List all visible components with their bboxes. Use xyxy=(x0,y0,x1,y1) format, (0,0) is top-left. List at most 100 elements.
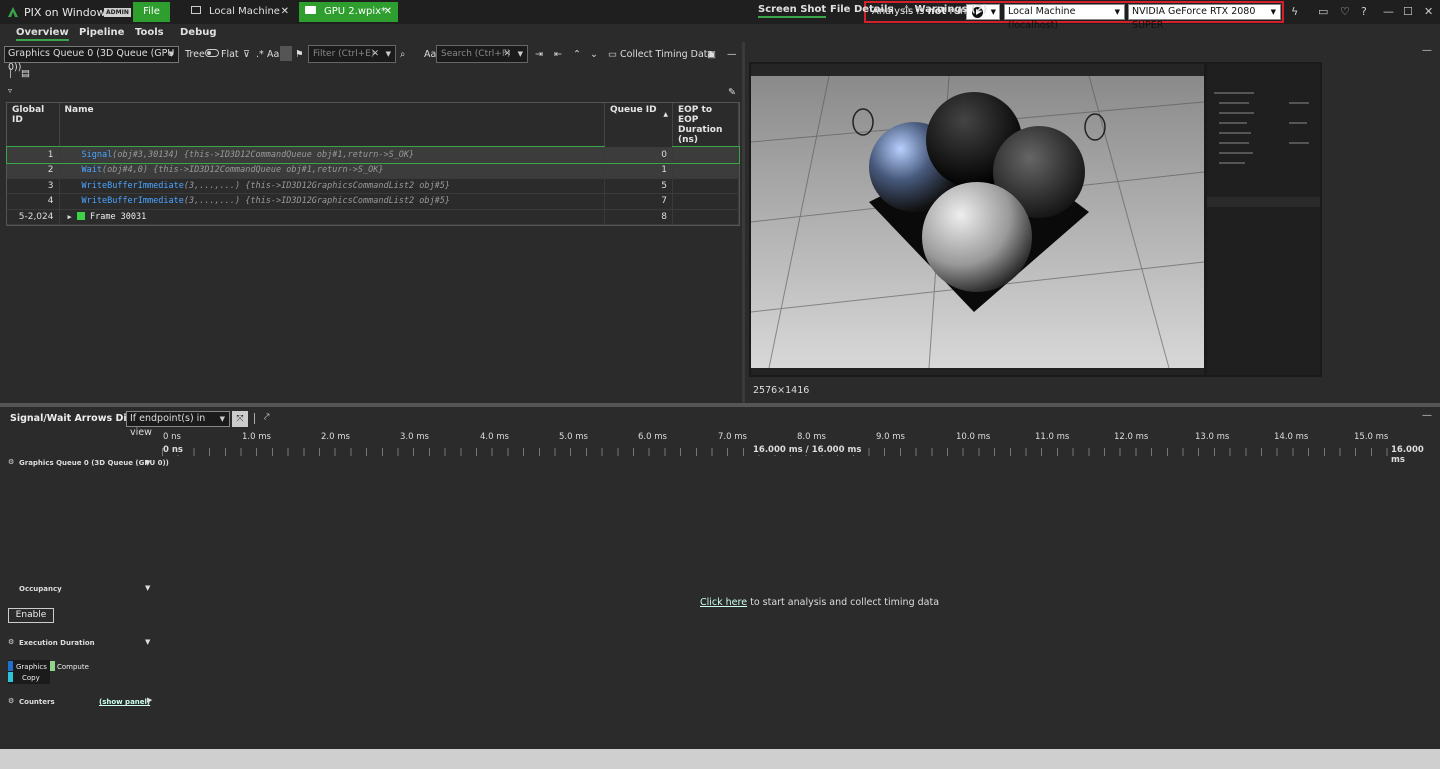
tick-label: 14.0 ms xyxy=(1274,432,1309,442)
col-global-id[interactable]: Global ID xyxy=(7,103,60,147)
save-icon[interactable]: ▣ xyxy=(707,49,716,60)
collapse-panel-icon[interactable]: — xyxy=(1422,410,1432,421)
chart-icon[interactable]: ⤤ xyxy=(264,412,270,423)
regex-icon[interactable]: .* xyxy=(256,49,264,60)
col-name[interactable]: Name xyxy=(59,103,605,147)
tab-local-machine[interactable]: Local Machine ✕ xyxy=(185,2,295,22)
tab-warnings[interactable]: ⚠ Warnings (2) xyxy=(902,4,987,15)
chevron-down-icon[interactable]: ▼ xyxy=(991,8,996,16)
show-panel-link[interactable]: (show panel) xyxy=(99,698,150,706)
gear-icon[interactable]: ⚙ xyxy=(8,697,14,705)
tick-label: 13.0 ms xyxy=(1195,432,1230,442)
help-icon[interactable]: ? xyxy=(1361,5,1367,18)
legend-swatch-compute xyxy=(50,661,55,671)
search-icon[interactable]: ⌕ xyxy=(400,49,405,60)
tab-gpu-capture-label: GPU 2.wpix* xyxy=(324,6,387,17)
whole-word-icon[interactable] xyxy=(280,46,292,61)
gpu-select[interactable]: NVIDIA GeForce RTX 2080 SUPER ▼ xyxy=(1128,4,1281,31)
api-params: (obj#4,0) xyxy=(101,165,149,176)
tab-file-details[interactable]: File Details xyxy=(830,4,893,15)
collect-timing-button[interactable]: ▭ Collect Timing Data xyxy=(608,49,713,60)
clear-icon[interactable]: ✕ xyxy=(371,46,379,62)
table-row[interactable]: 3 WriteBufferImmediate(3,...,...) {this-… xyxy=(7,178,739,194)
minimize-icon[interactable]: — xyxy=(1383,5,1394,18)
signal-wait-select[interactable]: If endpoint(s) in view ▼ xyxy=(126,411,230,438)
tab-overview[interactable]: Overview xyxy=(16,27,69,41)
admin-badge: ADMIN xyxy=(104,8,131,17)
chevron-down-icon[interactable]: ▼ xyxy=(518,46,523,62)
next-result-icon[interactable]: ⇥ xyxy=(535,49,543,60)
tree-label[interactable]: Tree xyxy=(185,49,205,60)
close-icon[interactable]: ✕ xyxy=(281,2,289,22)
feedback-icon[interactable]: ▭ xyxy=(1318,5,1328,18)
lightning-icon[interactable]: ϟ xyxy=(1291,5,1298,18)
chevron-down-icon[interactable]: ⌄ xyxy=(590,49,598,60)
clear-icon[interactable]: ✕ xyxy=(503,46,511,62)
gear-icon[interactable]: ⚙ xyxy=(8,638,14,646)
table-row[interactable]: 2 Wait(obj#4,0) {this->ID3D12CommandQueu… xyxy=(7,162,739,179)
heart-icon[interactable]: ♡ xyxy=(1340,5,1350,18)
clipboard-icon[interactable]: ▤ xyxy=(21,68,30,79)
prev-result-icon[interactable]: ⇤ xyxy=(554,49,562,60)
filter-input[interactable]: Filter (Ctrl+E) ✕ ▼ xyxy=(308,45,396,63)
capture-screenshot xyxy=(749,62,1322,377)
chevron-right-icon[interactable]: ▶ xyxy=(147,696,152,704)
collapse-panel-icon[interactable]: — xyxy=(727,49,737,60)
table-row[interactable]: 1 Signal(obj#3,30134) {this->ID3D12Comma… xyxy=(6,146,740,164)
collapse-panel-icon[interactable]: — xyxy=(1422,45,1432,56)
tab-debug[interactable]: Debug xyxy=(180,27,217,38)
tab-gpu-capture[interactable]: GPU 2.wpix* ✕ xyxy=(299,2,398,22)
machine-select[interactable]: Local Machine (localhost) ▼ xyxy=(1004,4,1125,31)
match-case-filter-toggle[interactable]: Aa xyxy=(267,49,279,60)
enable-button[interactable]: Enable xyxy=(8,608,54,623)
screenshot-image xyxy=(749,62,1322,377)
app-title: PIX on Windows xyxy=(24,6,112,19)
queue-select[interactable]: Graphics Queue 0 (3D Queue (GPU 0)) ▼ xyxy=(4,46,179,73)
tick-label: 5.0 ms xyxy=(559,432,588,442)
table-row[interactable]: 5-2,024 ▶ Frame 30031 8 xyxy=(7,209,739,225)
api-info: {this->ID3D12CommandQueue obj#1,return->… xyxy=(183,149,415,160)
pencil-icon[interactable]: ✎ xyxy=(728,87,736,98)
expand-filter-icon[interactable]: ▿ xyxy=(8,86,12,95)
timeline-panel xyxy=(0,407,1440,749)
chevron-down-icon: ▼ xyxy=(1114,8,1120,16)
col-eop-duration[interactable]: EOP to EOP Duration (ns) xyxy=(672,103,739,147)
file-menu-button[interactable]: File xyxy=(133,2,170,22)
table-row[interactable]: 4 WriteBufferImmediate(3,...,...) {this-… xyxy=(7,193,739,210)
cell-qid: 8 xyxy=(604,209,673,225)
match-case-search-toggle[interactable]: Aa xyxy=(424,49,436,60)
close-icon[interactable]: ✕ xyxy=(384,2,392,22)
legend-swatch-copy xyxy=(8,672,13,682)
chevron-down-icon[interactable]: ▼ xyxy=(386,46,391,62)
flat-label[interactable]: Flat xyxy=(221,49,239,60)
chevron-down-icon: ▼ xyxy=(219,415,225,423)
tick-label: 12.0 ms xyxy=(1114,432,1149,442)
filter-icon[interactable]: ⊽ xyxy=(243,49,250,60)
warning-icon: ⚠ xyxy=(902,4,911,15)
close-window-icon[interactable]: ✕ xyxy=(1424,5,1433,18)
maximize-icon[interactable]: ☐ xyxy=(1403,5,1413,18)
search-input[interactable]: Search (Ctrl+F) ✕ ▼ xyxy=(436,45,528,63)
events-table: Global ID Name Queue ID ▲ EOP to EOP Dura… xyxy=(6,102,740,226)
chevron-up-icon[interactable]: ⌃ xyxy=(573,49,581,60)
expand-icon[interactable]: ▶ xyxy=(68,213,72,221)
chevron-down-icon[interactable]: ▼ xyxy=(145,638,150,646)
api-params: (3,...,...) xyxy=(183,196,241,207)
vertical-splitter[interactable] xyxy=(742,42,745,403)
flag-icon[interactable]: ⚑ xyxy=(295,49,304,60)
click-here-link[interactable]: Click here xyxy=(700,597,747,608)
arrows-toggle-icon[interactable]: ⤧ xyxy=(232,411,248,427)
tab-tools[interactable]: Tools xyxy=(135,27,164,38)
gear-icon[interactable]: ⚙ xyxy=(8,458,14,466)
range-end: 16.000 ms xyxy=(1389,445,1440,465)
tab-pipeline[interactable]: Pipeline xyxy=(79,27,124,38)
col-queue-id[interactable]: Queue ID ▲ xyxy=(604,103,673,147)
chevron-down-icon[interactable]: ▼ xyxy=(145,584,150,592)
search-placeholder: Search (Ctrl+F) xyxy=(441,49,511,59)
chevron-down-icon[interactable]: ▼ xyxy=(145,459,150,467)
tab-local-machine-label: Local Machine xyxy=(209,6,280,17)
tree-flat-toggle[interactable] xyxy=(205,49,219,57)
cell-duration xyxy=(672,178,739,194)
tab-screenshot[interactable]: Screen Shot xyxy=(758,4,827,18)
api-fn: WriteBufferImmediate xyxy=(81,196,184,207)
